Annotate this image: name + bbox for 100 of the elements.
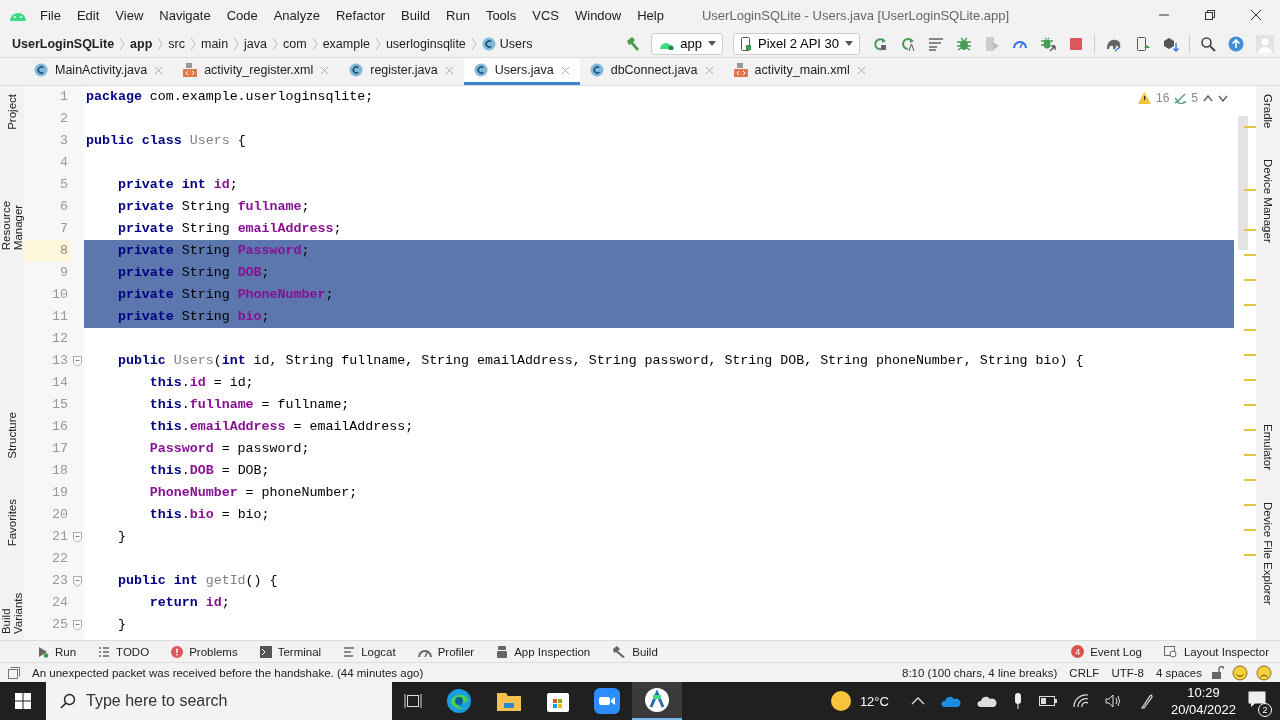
- list-icon[interactable]: [928, 35, 944, 52]
- folder-icon[interactable]: [496, 690, 522, 712]
- layout-inspector-tab[interactable]: Layout Inspector: [1152, 645, 1280, 658]
- chevron-icon: [157, 36, 164, 51]
- editor-tab[interactable]: MainActivity.java: [24, 58, 174, 85]
- tool-window-button[interactable]: Device File Explorer: [1262, 496, 1274, 612]
- tool-window-button[interactable]: Gradle: [1262, 88, 1274, 135]
- menu-item[interactable]: View: [107, 7, 152, 23]
- microphone-icon[interactable]: [1012, 693, 1023, 709]
- tool-window-button[interactable]: Build Variants: [0, 571, 24, 640]
- tool-window-tab[interactable]: Terminal: [248, 645, 333, 658]
- windows-start-icon[interactable]: [15, 693, 31, 709]
- wifi-icon[interactable]: [1072, 694, 1089, 708]
- battery-icon[interactable]: [1038, 696, 1057, 706]
- status-item[interactable]: UTF-8: [1111, 666, 1144, 679]
- status-item[interactable]: CRLF: [1069, 666, 1100, 679]
- fold-marker-icon[interactable]: [72, 531, 82, 543]
- breadcrumb[interactable]: app: [130, 36, 153, 51]
- tool-window-button[interactable]: Device Manager: [1262, 152, 1274, 249]
- bug-icon[interactable]: [1040, 35, 1056, 52]
- breadcrumb[interactable]: UserLoginSQLite: [12, 36, 115, 51]
- task-view-icon[interactable]: [404, 693, 422, 709]
- window-icon[interactable]: [8, 666, 20, 679]
- smiley-icon[interactable]: [1232, 664, 1248, 681]
- editor-tab[interactable]: register.java: [339, 58, 464, 85]
- breadcrumb[interactable]: userloginsqlite: [385, 36, 466, 51]
- menu-item[interactable]: File: [32, 7, 69, 23]
- device-dropdown[interactable]: Pixel 2 API 30: [733, 32, 860, 55]
- menu-item[interactable]: Window: [566, 7, 630, 23]
- menu-item[interactable]: Run: [438, 7, 478, 23]
- speaker-icon[interactable]: [1104, 694, 1123, 708]
- menu-item[interactable]: Refactor: [327, 7, 394, 23]
- editor-tab[interactable]: Users.java: [463, 58, 580, 85]
- clock-time[interactable]: 10:29: [1187, 684, 1220, 701]
- chevron-up-icon[interactable]: [910, 697, 925, 705]
- run-config-dropdown[interactable]: app: [651, 32, 724, 55]
- clock-date[interactable]: 20/04/2022: [1170, 701, 1236, 718]
- menu-item[interactable]: Code: [218, 7, 266, 23]
- fold-marker-icon[interactable]: [72, 619, 82, 631]
- video-camera-app-icon[interactable]: [594, 688, 620, 714]
- editor-tab[interactable]: activity_main.xml: [723, 58, 876, 85]
- breadcrumb[interactable]: com: [283, 36, 307, 51]
- editor-tab[interactable]: dbConnect.java: [579, 58, 724, 85]
- tool-window-button[interactable]: Structure: [6, 406, 18, 465]
- close-icon[interactable]: [1250, 9, 1262, 21]
- restore-icon[interactable]: [1204, 9, 1216, 21]
- breadcrumb[interactable]: Users: [499, 36, 533, 51]
- tool-window-tab[interactable]: Profiler: [406, 645, 486, 658]
- code-line: private String fullname;: [116, 199, 310, 214]
- tool-window-tab[interactable]: Problems: [160, 645, 249, 658]
- status-item[interactable]: 8:10 (100 chars, 4 line breaks): [902, 666, 1058, 679]
- tool-window-tab[interactable]: TODO: [87, 645, 161, 658]
- line-number: 16: [51, 418, 69, 436]
- browser-icon[interactable]: [446, 688, 472, 714]
- menu-item[interactable]: Help: [629, 7, 672, 23]
- event-log-tab[interactable]: 4 Event Log: [1060, 645, 1153, 658]
- tool-window-button[interactable]: Favorites: [6, 492, 18, 552]
- menu-item[interactable]: Tools: [477, 7, 525, 23]
- taskbar-search-field[interactable]: Type here to search: [46, 682, 392, 720]
- typo-count[interactable]: 5: [1191, 91, 1198, 105]
- breadcrumb[interactable]: example: [322, 36, 370, 51]
- menu-item[interactable]: VCS: [524, 7, 567, 23]
- breadcrumb[interactable]: src: [168, 36, 185, 51]
- status-message[interactable]: An unexpected packet was received before the handshake. (44 minutes ago): [32, 666, 424, 679]
- editor-tab[interactable]: activity_register.xml: [173, 58, 340, 85]
- rerun-icon[interactable]: [872, 35, 888, 52]
- status-item[interactable]: 4 spaces: [1155, 666, 1202, 679]
- cloud-icon[interactable]: [976, 695, 997, 707]
- cube-download-icon[interactable]: [1163, 35, 1179, 52]
- menu-item[interactable]: Navigate: [151, 7, 219, 23]
- tool-window-tab[interactable]: Build: [601, 645, 669, 658]
- sad-face-icon[interactable]: [1256, 664, 1272, 681]
- scrollbar-thumb[interactable]: [1238, 116, 1248, 250]
- sun-icon[interactable]: [829, 690, 852, 712]
- apply-code-icon[interactable]: [900, 35, 916, 52]
- weather-temperature[interactable]: 12°C: [859, 693, 889, 709]
- breadcrumb[interactable]: main: [201, 36, 229, 51]
- tool-window-button[interactable]: Emulator: [1262, 418, 1274, 477]
- breadcrumb[interactable]: java: [244, 36, 268, 51]
- search-icon[interactable]: [1200, 35, 1216, 52]
- pen-icon[interactable]: [1138, 693, 1153, 709]
- fold-marker-icon[interactable]: [72, 575, 82, 587]
- unlock-icon[interactable]: [1212, 665, 1224, 680]
- menu-item[interactable]: Analyze: [265, 7, 328, 23]
- notification-icon[interactable]: [1248, 691, 1266, 708]
- bug-icon[interactable]: [956, 35, 972, 52]
- tool-window-button[interactable]: Resource Manager: [0, 165, 24, 256]
- tool-window-tab[interactable]: App Inspection: [485, 644, 602, 659]
- menu-item[interactable]: Build: [393, 7, 438, 23]
- fold-marker-icon[interactable]: [72, 355, 82, 367]
- menu-item[interactable]: Edit: [68, 7, 108, 23]
- update-icon[interactable]: [1228, 35, 1244, 52]
- tool-window-button[interactable]: Project: [6, 88, 18, 136]
- studio-app-icon[interactable]: [644, 687, 670, 713]
- tool-window-tab[interactable]: Run: [26, 645, 88, 658]
- hammer-icon[interactable]: [625, 35, 642, 52]
- stop-icon[interactable]: [1068, 35, 1084, 52]
- warning-count[interactable]: 16: [1155, 91, 1170, 105]
- phone-icon[interactable]: [1135, 35, 1151, 52]
- tool-window-tab[interactable]: Logcat: [332, 645, 407, 658]
